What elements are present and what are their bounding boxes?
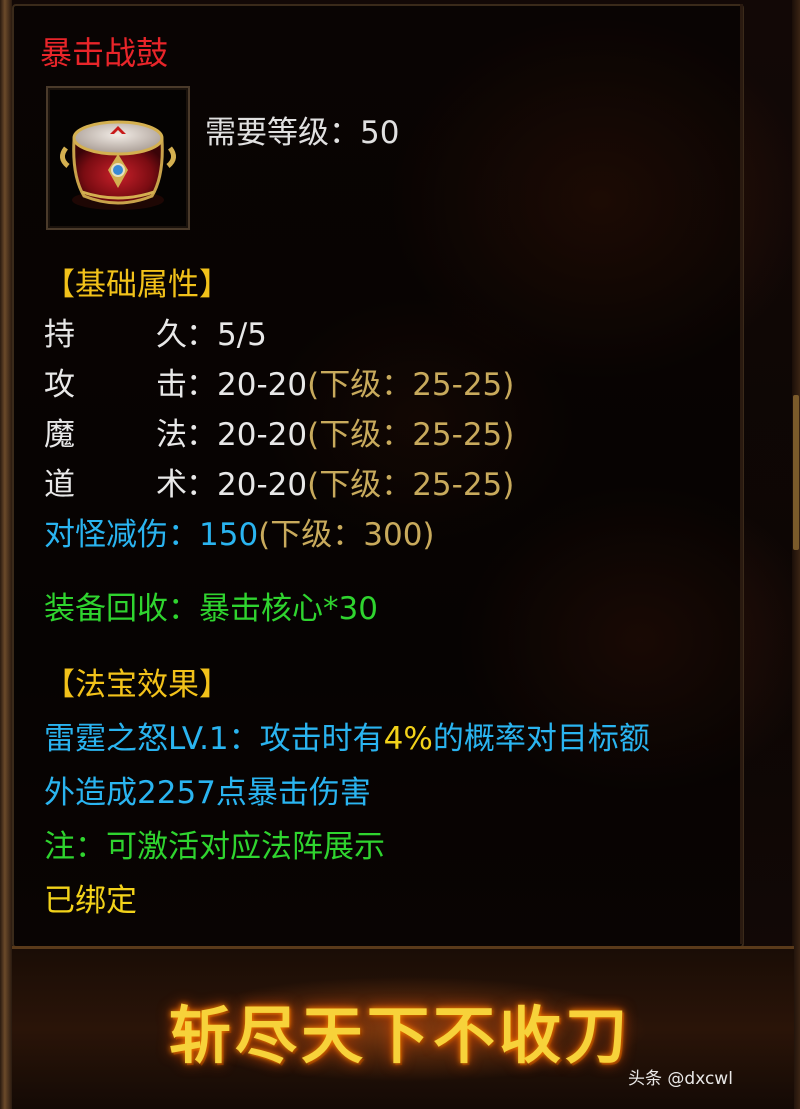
- attr-label: 攻: [44, 367, 75, 403]
- attr-next-level: (下级：25-25): [307, 467, 515, 503]
- attr-value: ：150: [168, 517, 259, 553]
- magic-effect-header: 【法宝效果】: [44, 667, 230, 703]
- attr-row-durability: 持 久：5/5: [44, 320, 267, 351]
- attr-label: 魔: [44, 417, 75, 453]
- attr-value: ：5/5: [186, 317, 267, 353]
- attr-label: 击: [156, 367, 187, 403]
- panel-divider: [740, 4, 743, 944]
- item-icon-slot[interactable]: [46, 86, 190, 230]
- note-text: 注：可激活对应法阵展示: [44, 829, 385, 865]
- recycle-info: 装备回收：暴击核心*30: [44, 591, 378, 627]
- base-attributes-header: 【基础属性】: [44, 267, 230, 303]
- attr-label: 道: [44, 467, 75, 503]
- attr-next-level: (下级：25-25): [307, 417, 515, 453]
- attr-value: ：20-20: [186, 467, 308, 503]
- attr-label: 久: [156, 317, 187, 353]
- attr-next-level: (下级：300): [258, 517, 435, 553]
- attr-label: 法: [156, 417, 187, 453]
- attr-value: ：20-20: [186, 417, 308, 453]
- required-level: 需要等级：50: [205, 115, 400, 151]
- attr-row-attack: 攻 击：20-20(下级：25-25): [44, 370, 514, 401]
- bound-status: 已绑定: [44, 883, 137, 919]
- attr-value: ：20-20: [186, 367, 308, 403]
- effect-text: 的概率对目标额: [432, 721, 650, 757]
- attr-next-level: (下级：25-25): [307, 367, 515, 403]
- effect-text: 雷霆之怒LV.1：攻击时有: [44, 721, 384, 757]
- war-drum-icon: [60, 120, 176, 210]
- effect-chance: 4%: [383, 721, 433, 757]
- attr-row-magic: 魔 法：20-20(下级：25-25): [44, 420, 514, 451]
- attr-row-damage-reduction: 对怪减伤：150(下级：300): [44, 520, 435, 551]
- banner-slogan: 斩尽天下不收刀: [168, 999, 631, 1072]
- scrollbar[interactable]: [792, 0, 800, 1109]
- attr-label: 持: [44, 317, 75, 353]
- magic-effect-line2: 外造成2257点暴击伤害: [44, 775, 371, 811]
- item-name: 暴击战鼓: [40, 34, 169, 72]
- magic-effect-line1: 雷霆之怒LV.1：攻击时有4%的概率对目标额: [44, 724, 650, 755]
- left-frame: [0, 0, 12, 1109]
- watermark: 头条 @dxcwl: [628, 1069, 733, 1089]
- attr-row-taoism: 道 术：20-20(下级：25-25): [44, 470, 514, 501]
- attr-label: 术: [156, 467, 187, 503]
- scrollbar-thumb[interactable]: [793, 395, 799, 550]
- attr-label: 对怪减伤: [44, 517, 168, 553]
